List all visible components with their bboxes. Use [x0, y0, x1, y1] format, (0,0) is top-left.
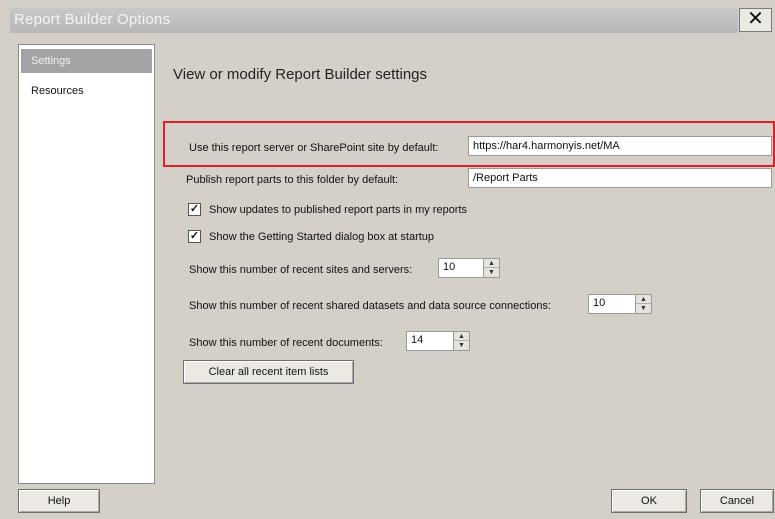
spin-down-icon[interactable]: ▼ [454, 341, 469, 350]
title-bar: Report Builder Options ✕ [0, 0, 775, 36]
spin-down-icon[interactable]: ▼ [484, 268, 499, 277]
cancel-button[interactable]: Cancel [700, 489, 774, 513]
clear-recent-button[interactable]: Clear all recent item lists [183, 360, 354, 384]
recent-datasets-label: Show this number of recent shared datase… [189, 300, 551, 312]
close-button[interactable]: ✕ [739, 8, 772, 32]
spin-down-icon[interactable]: ▼ [636, 304, 651, 313]
show-updates-label: Show updates to published report parts i… [209, 204, 468, 216]
default-server-input[interactable] [468, 136, 772, 156]
window-title: Report Builder Options [14, 11, 171, 28]
sidebar-item-settings[interactable]: Settings [21, 49, 152, 73]
recent-sites-stepper[interactable]: 10 ▲ ▼ [438, 258, 500, 278]
page-title: View or modify Report Builder settings [173, 66, 428, 83]
close-icon: ✕ [747, 8, 764, 30]
recent-sites-value: 10 [443, 261, 456, 273]
show-getting-started-label: Show the Getting Started dialog box at s… [209, 231, 435, 243]
spin-buttons: ▲ ▼ [635, 295, 651, 313]
help-button[interactable]: Help [18, 489, 100, 513]
default-folder-input[interactable] [468, 168, 772, 188]
ok-button[interactable]: OK [611, 489, 687, 513]
recent-sites-label: Show this number of recent sites and ser… [189, 264, 413, 276]
default-server-label: Use this report server or SharePoint sit… [189, 142, 439, 154]
recent-docs-value: 14 [411, 334, 424, 346]
show-updates-checkbox[interactable]: ✓ [188, 203, 201, 216]
sidebar-nav: Settings Resources [18, 44, 155, 484]
recent-docs-label: Show this number of recent documents: [189, 337, 383, 349]
recent-datasets-stepper[interactable]: 10 ▲ ▼ [588, 294, 652, 314]
spin-up-icon[interactable]: ▲ [484, 259, 499, 268]
default-folder-label: Publish report parts to this folder by d… [186, 174, 399, 186]
spin-buttons: ▲ ▼ [453, 332, 469, 350]
sidebar-item-resources[interactable]: Resources [21, 79, 152, 103]
check-icon: ✓ [189, 203, 200, 215]
recent-datasets-value: 10 [593, 297, 606, 309]
spin-up-icon[interactable]: ▲ [454, 332, 469, 341]
sidebar-item-label: Settings [31, 55, 71, 67]
check-icon: ✓ [189, 230, 200, 242]
spin-buttons: ▲ ▼ [483, 259, 499, 277]
spin-up-icon[interactable]: ▲ [636, 295, 651, 304]
recent-docs-stepper[interactable]: 14 ▲ ▼ [406, 331, 470, 351]
sidebar-item-label: Resources [31, 85, 84, 97]
show-getting-started-checkbox[interactable]: ✓ [188, 230, 201, 243]
